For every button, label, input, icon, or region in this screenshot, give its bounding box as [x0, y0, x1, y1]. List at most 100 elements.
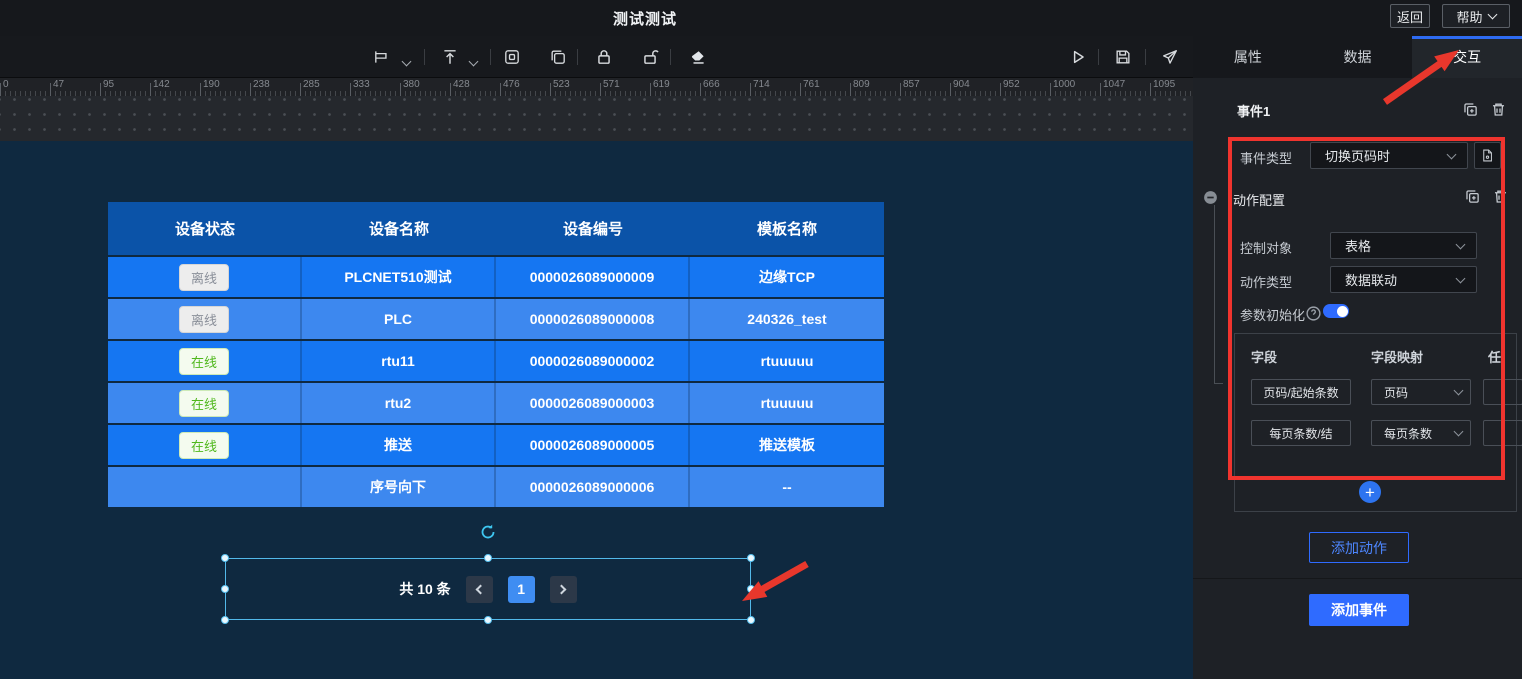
toolbar-divider	[1145, 49, 1146, 65]
align-top-icon[interactable]	[440, 47, 460, 67]
chevron-down-icon[interactable]	[403, 52, 410, 70]
field-extra-input[interactable]	[1483, 379, 1522, 405]
field-extra-input[interactable]	[1483, 420, 1522, 446]
table-header-cell: 模板名称	[690, 202, 884, 255]
table-cell-template: 推送模板	[690, 425, 884, 465]
unlock-icon[interactable]	[640, 47, 660, 67]
table-cell-template: 240326_test	[690, 299, 884, 339]
mapping-column-header: 字段映射	[1371, 347, 1423, 366]
current-page-button[interactable]: 1	[508, 576, 535, 603]
control-object-select[interactable]: 表格	[1330, 232, 1477, 259]
event-type-select[interactable]: 切换页码时	[1310, 142, 1468, 169]
resize-handle-sw[interactable]	[221, 616, 229, 624]
add-action-button[interactable]: 添加动作	[1309, 532, 1409, 563]
table-row: 在线rtu110000026089000002rtuuuuu	[108, 341, 884, 381]
ruler-mark: 190	[203, 79, 220, 90]
field-map-select[interactable]: 每页条数	[1371, 420, 1471, 446]
table-row: 离线PLC0000026089000008240326_test	[108, 299, 884, 339]
field-map-select[interactable]: 页码	[1371, 379, 1471, 405]
resize-handle-w[interactable]	[221, 585, 229, 593]
ruler-mark: 1095	[1153, 79, 1175, 90]
duplicate-icon[interactable]	[548, 47, 568, 67]
ruler-mark: 0	[3, 79, 9, 90]
table-cell-code: 0000026089000005	[496, 425, 690, 465]
save-icon[interactable]	[1113, 47, 1133, 67]
ruler-mark: 285	[303, 79, 320, 90]
table-cell-code: 0000026089000006	[496, 467, 690, 507]
next-page-button[interactable]	[550, 576, 577, 603]
action-type-label: 动作类型	[1240, 272, 1292, 291]
tab-data[interactable]: 数据	[1303, 36, 1413, 78]
action-type-select[interactable]: 数据联动	[1330, 266, 1477, 293]
ruler-mark: 952	[1003, 79, 1020, 90]
lock-icon[interactable]	[594, 47, 614, 67]
flag-icon[interactable]	[372, 47, 392, 67]
page-title: 测试测试	[613, 8, 677, 29]
chevron-down-icon[interactable]	[470, 52, 477, 70]
question-icon[interactable]	[1305, 305, 1318, 318]
table-cell-name: rtu11	[302, 341, 496, 381]
resize-handle-ne[interactable]	[747, 554, 755, 562]
play-icon[interactable]	[1068, 47, 1088, 67]
field-input[interactable]: 页码/起始条数	[1251, 379, 1351, 405]
resize-handle-se[interactable]	[747, 616, 755, 624]
ruler-mark: 666	[703, 79, 720, 90]
copy-event-icon[interactable]	[1462, 101, 1479, 118]
toolbar-divider	[1098, 49, 1099, 65]
control-object-label: 控制对象	[1240, 238, 1292, 257]
ruler-mark: 1000	[1053, 79, 1075, 90]
param-init-toggle[interactable]	[1323, 304, 1349, 318]
event-script-button[interactable]	[1474, 142, 1501, 169]
table-header-cell: 设备编号	[496, 202, 690, 255]
pagination-total-label: 共 10 条	[399, 579, 450, 599]
resize-handle-n[interactable]	[484, 554, 492, 562]
field-input[interactable]: 每页条数/结	[1251, 420, 1351, 446]
help-button[interactable]: 帮助	[1442, 4, 1510, 28]
ruler-mark: 476	[503, 79, 520, 90]
ruler-mark: 428	[453, 79, 470, 90]
add-event-button[interactable]: 添加事件	[1309, 594, 1409, 626]
rotate-handle-icon[interactable]	[479, 523, 497, 541]
toolbar-divider	[424, 49, 425, 65]
delete-event-icon[interactable]	[1490, 101, 1507, 118]
status-badge: 在线	[179, 390, 229, 417]
resize-handle-e[interactable]	[747, 585, 755, 593]
table-cell-status	[108, 467, 302, 507]
add-mapping-button[interactable]: +	[1359, 481, 1381, 503]
status-badge: 在线	[179, 432, 229, 459]
publish-icon[interactable]	[1160, 47, 1180, 67]
copy-action-icon[interactable]	[1464, 188, 1481, 205]
interaction-panel: 事件1 事件类型 切换页码时 动作配置 控制对象 表格	[1193, 78, 1522, 679]
design-canvas[interactable]: 设备状态设备名称设备编号模板名称 离线PLCNET510测试0000026089…	[0, 141, 1193, 679]
table-cell-code: 0000026089000003	[496, 383, 690, 423]
table-cell-name: 序号向下	[302, 467, 496, 507]
toolbar: »	[0, 36, 1193, 78]
ruler-mark: 142	[153, 79, 170, 90]
ruler-mark: 714	[753, 79, 770, 90]
table-cell-template: --	[690, 467, 884, 507]
toolbar-divider	[577, 49, 578, 65]
prev-page-button[interactable]	[466, 576, 493, 603]
table-cell-name: rtu2	[302, 383, 496, 423]
eraser-icon[interactable]	[688, 47, 708, 67]
top-bar: 测试测试 返回 帮助	[0, 0, 1522, 36]
pagination-selection-box[interactable]: 共 10 条 1	[225, 558, 751, 620]
resize-handle-nw[interactable]	[221, 554, 229, 562]
control-object-value: 表格	[1345, 236, 1457, 255]
table-cell-template: rtuuuuu	[690, 383, 884, 423]
tab-interaction[interactable]: 交互	[1412, 36, 1522, 78]
ruler-mark: 571	[603, 79, 620, 90]
status-badge: 离线	[179, 306, 229, 333]
delete-action-icon[interactable]	[1492, 188, 1509, 205]
table-row: 离线PLCNET510测试0000026089000009边缘TCP	[108, 257, 884, 297]
back-button[interactable]: 返回	[1390, 4, 1430, 28]
device-table-widget[interactable]: 设备状态设备名称设备编号模板名称 离线PLCNET510测试0000026089…	[108, 202, 884, 507]
group-icon[interactable]	[502, 47, 522, 67]
ruler-mark: 95	[103, 79, 114, 90]
device-table-body: 离线PLCNET510测试0000026089000009边缘TCP离线PLC0…	[108, 257, 884, 507]
horizontal-ruler: 0479514219023828533338042847652357161966…	[0, 78, 1193, 96]
resize-handle-s[interactable]	[484, 616, 492, 624]
collapse-action-icon[interactable]	[1202, 189, 1219, 206]
ruler-mark: 523	[553, 79, 570, 90]
tab-properties[interactable]: 属性	[1193, 36, 1303, 78]
